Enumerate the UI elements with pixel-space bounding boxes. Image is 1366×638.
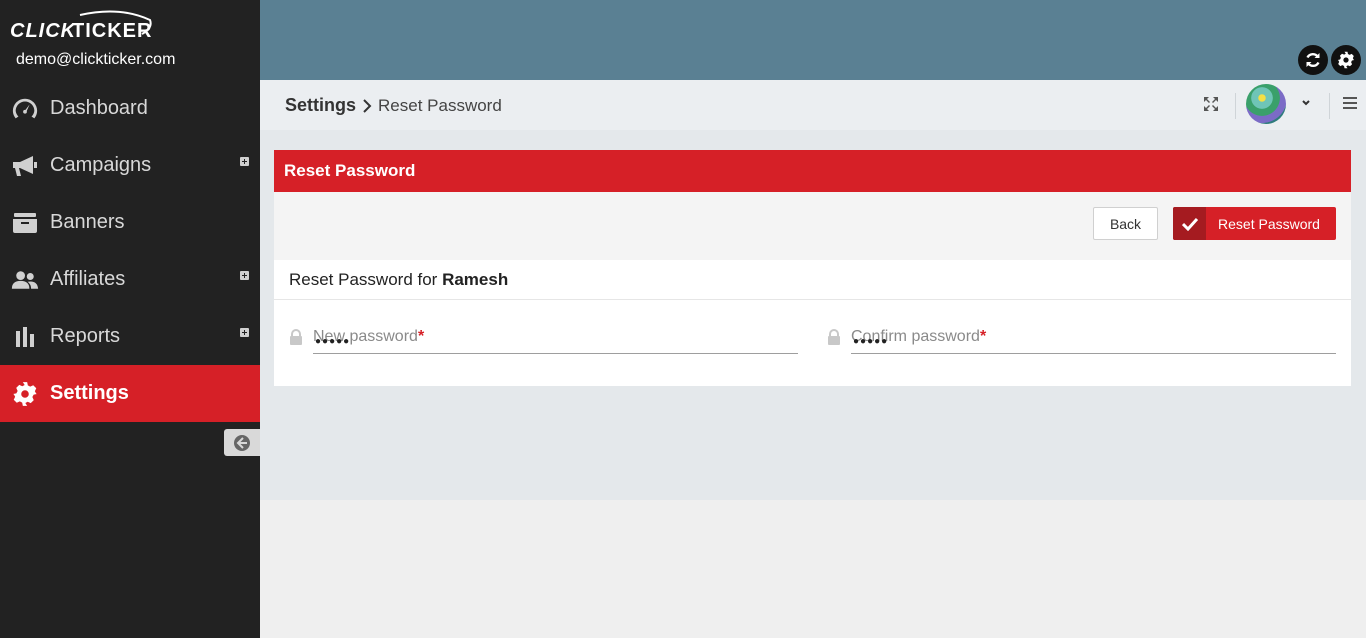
expand-plus-icon[interactable] <box>240 328 249 337</box>
breadcrumb-current: Reset Password <box>378 95 502 115</box>
refresh-icon <box>1306 52 1320 68</box>
sidebar-item-label: Campaigns <box>50 154 152 176</box>
click-ticker-logo[interactable]: CLICK TICKER <box>10 10 160 44</box>
chevron-down-icon[interactable] <box>1300 97 1312 109</box>
sidebar-item-label: Settings <box>50 382 129 404</box>
panel-toolbar: Back Reset Password <box>274 192 1351 260</box>
sidebar-item-label: Banners <box>50 211 125 233</box>
chevron-right-icon <box>363 98 372 113</box>
svg-text:TICKER: TICKER <box>72 20 152 42</box>
sidebar-item-campaigns[interactable]: Campaigns <box>0 137 260 194</box>
divider <box>274 299 1351 300</box>
bar-chart-icon <box>11 323 39 351</box>
user-email: demo@clickticker.com <box>16 51 176 68</box>
breadcrumb: Settings Reset Password <box>285 95 502 116</box>
sidebar-item-settings[interactable]: Settings <box>0 365 260 422</box>
menu-icon[interactable] <box>1342 95 1358 111</box>
new-password-input[interactable]: New password* ●●●●● <box>313 320 798 354</box>
reset-password-panel: Reset Password Back Reset Password Reset… <box>274 150 1351 386</box>
confirm-password-input[interactable]: Confirm password* ●●●●● <box>851 320 1336 354</box>
panel-title: Reset Password <box>274 150 1351 192</box>
gear-icon <box>11 380 39 408</box>
sidebar-item-reports[interactable]: Reports <box>0 308 260 365</box>
sidebar-item-banners[interactable]: Banners <box>0 194 260 251</box>
breadcrumb-parent[interactable]: Settings <box>285 95 356 116</box>
reset-password-button-label: Reset Password <box>1218 215 1320 232</box>
sidebar-nav: Dashboard Campaigns Banners Affiliates R… <box>0 80 260 422</box>
divider <box>1329 93 1330 119</box>
sidebar-item-label: Affiliates <box>50 268 126 290</box>
sidebar-item-label: Reports <box>50 325 121 347</box>
megaphone-icon <box>11 152 39 180</box>
sidebar-item-affiliates[interactable]: Affiliates <box>0 251 260 308</box>
form-title: Reset Password for Ramesh <box>289 270 508 290</box>
gear-icon <box>1337 51 1355 69</box>
sidebar-item-label: Dashboard <box>50 97 148 119</box>
users-icon <box>11 266 39 294</box>
reset-password-button[interactable]: Reset Password <box>1173 207 1336 240</box>
sidebar-item-dashboard[interactable]: Dashboard <box>0 80 260 137</box>
fullscreen-icon[interactable] <box>1202 95 1220 113</box>
collapse-sidebar-button[interactable] <box>224 429 260 456</box>
divider <box>1235 93 1236 119</box>
new-password-value: ●●●●● <box>315 336 351 347</box>
lock-icon <box>828 329 840 345</box>
check-icon <box>1173 207 1206 240</box>
expand-plus-icon[interactable] <box>240 271 249 280</box>
svg-text:CLICK: CLICK <box>10 20 77 42</box>
refresh-button[interactable] <box>1298 45 1328 75</box>
top-header <box>260 0 1366 80</box>
settings-button[interactable] <box>1331 45 1361 75</box>
form-title-user: Ramesh <box>442 270 509 289</box>
expand-plus-icon[interactable] <box>240 157 249 166</box>
back-button[interactable]: Back <box>1093 207 1158 240</box>
breadcrumb-bar: Settings Reset Password <box>260 80 1366 130</box>
sidebar: CLICK TICKER demo@clickticker.com Dashbo… <box>0 0 260 638</box>
avatar[interactable] <box>1246 84 1286 124</box>
new-password-field: New password* ●●●●● <box>289 320 799 354</box>
confirm-password-value: ●●●●● <box>853 336 889 347</box>
archive-icon <box>11 209 39 237</box>
lock-icon <box>290 329 302 345</box>
confirm-password-field: Confirm password* ●●●●● <box>827 320 1337 354</box>
arrow-left-circle-icon <box>234 434 250 451</box>
form-title-prefix: Reset Password for <box>289 270 438 289</box>
dashboard-icon <box>11 95 39 123</box>
